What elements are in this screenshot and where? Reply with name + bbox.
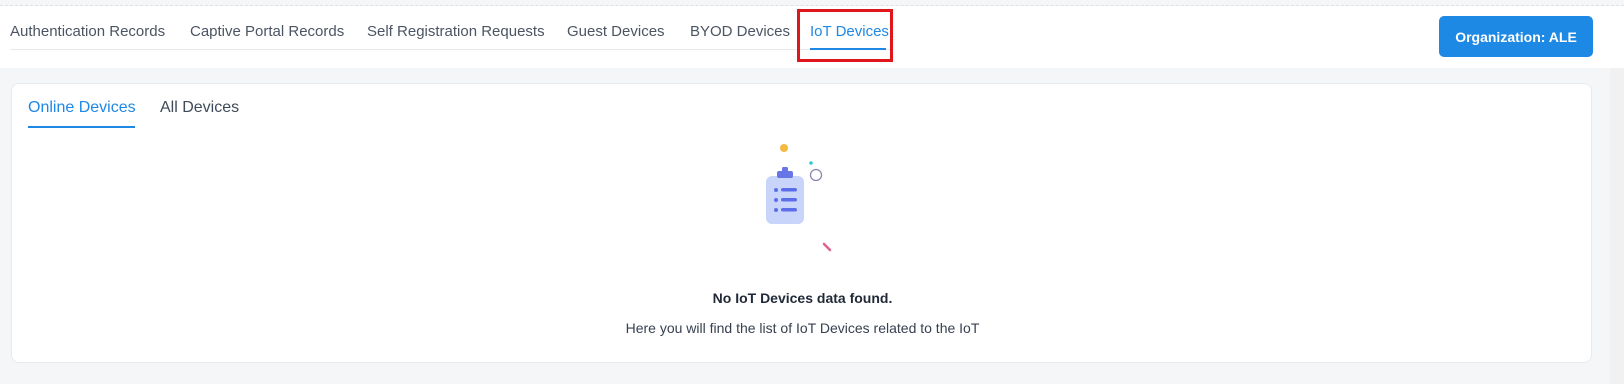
tab-self-registration-requests[interactable]: Self Registration Requests <box>367 23 545 40</box>
tab-guest-devices[interactable]: Guest Devices <box>567 23 665 40</box>
active-subtab-indicator <box>28 126 135 128</box>
organization-button[interactable]: Organization: ALE <box>1439 16 1593 57</box>
vertical-scrollbar[interactable] <box>1610 68 1624 384</box>
subtab-online-devices[interactable]: Online Devices <box>28 99 136 117</box>
clipboard-list-icon <box>766 144 832 252</box>
highlight-box <box>797 9 893 62</box>
tab-bar: Authentication Records Captive Portal Re… <box>10 6 890 50</box>
subtab-all-devices[interactable]: All Devices <box>160 99 239 117</box>
devices-panel: Online Devices All Devices No IoT Device… <box>11 83 1592 363</box>
empty-state-description: Here you will find the list of IoT Devic… <box>625 320 980 336</box>
header: Authentication Records Captive Portal Re… <box>0 6 1624 68</box>
tab-authentication-records[interactable]: Authentication Records <box>10 23 165 40</box>
tab-byod-devices[interactable]: BYOD Devices <box>690 23 790 40</box>
tab-captive-portal-records[interactable]: Captive Portal Records <box>190 23 344 40</box>
empty-state-title: No IoT Devices data found. <box>712 290 893 306</box>
